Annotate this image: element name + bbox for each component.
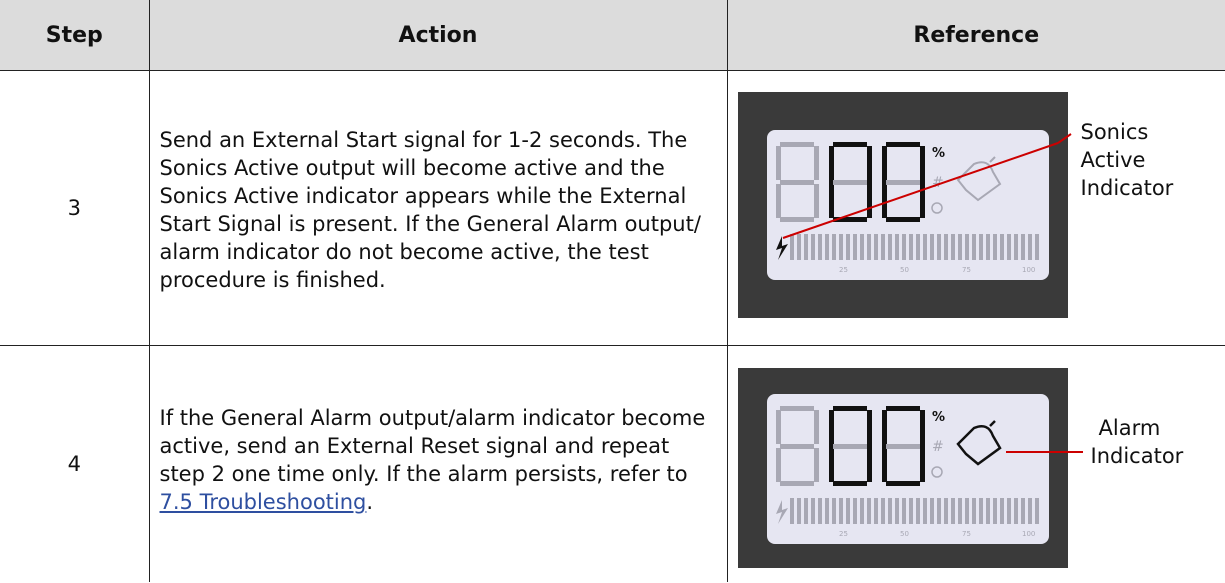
table-row: 4 If the General Alarm output/alarm indi… xyxy=(0,345,1225,583)
troubleshooting-link[interactable]: 7.5 Troubleshooting xyxy=(160,490,367,514)
reference-cell: % # 25 50 75 100 Sonics Active Indicator xyxy=(727,70,1225,346)
header-step: Step xyxy=(0,0,150,71)
action-paragraph: If the General Alarm output/alarm indica… xyxy=(160,404,717,524)
header-action: Action xyxy=(149,0,728,71)
action-text-part: If the General Alarm output/alarm indica… xyxy=(159,406,706,486)
label-line: Alarm xyxy=(1098,416,1161,440)
action-text: If the General Alarm output/alarm indica… xyxy=(149,345,728,582)
step-number: 4 xyxy=(0,345,150,582)
label-line: Indicator xyxy=(1090,444,1184,468)
sonics-active-label: Sonics Active Indicator xyxy=(1081,118,1174,202)
pointer-line-sonics xyxy=(782,133,1072,239)
action-text: Send an External Start signal for 1-2 se… xyxy=(149,70,728,346)
action-paragraph: Send an External Start signal for 1-2 se… xyxy=(159,128,701,292)
procedure-table: Step Action Reference 3 Send an External… xyxy=(0,0,1225,582)
alarm-indicator-label: Alarm Indicator xyxy=(1091,414,1184,470)
table-row: 3 Send an External Start signal for 1-2 … xyxy=(0,70,1225,346)
table-header-row: Step Action Reference xyxy=(0,0,1225,71)
action-text-part: . xyxy=(366,490,374,514)
header-reference: Reference xyxy=(727,0,1225,71)
label-line: Indicator xyxy=(1080,176,1174,200)
label-line: Sonics xyxy=(1080,120,1149,144)
label-line: Active xyxy=(1080,148,1146,172)
reference-cell: % # 25 50 75 100 Alarm Indicator xyxy=(727,346,1225,583)
step-number: 3 xyxy=(0,70,150,346)
